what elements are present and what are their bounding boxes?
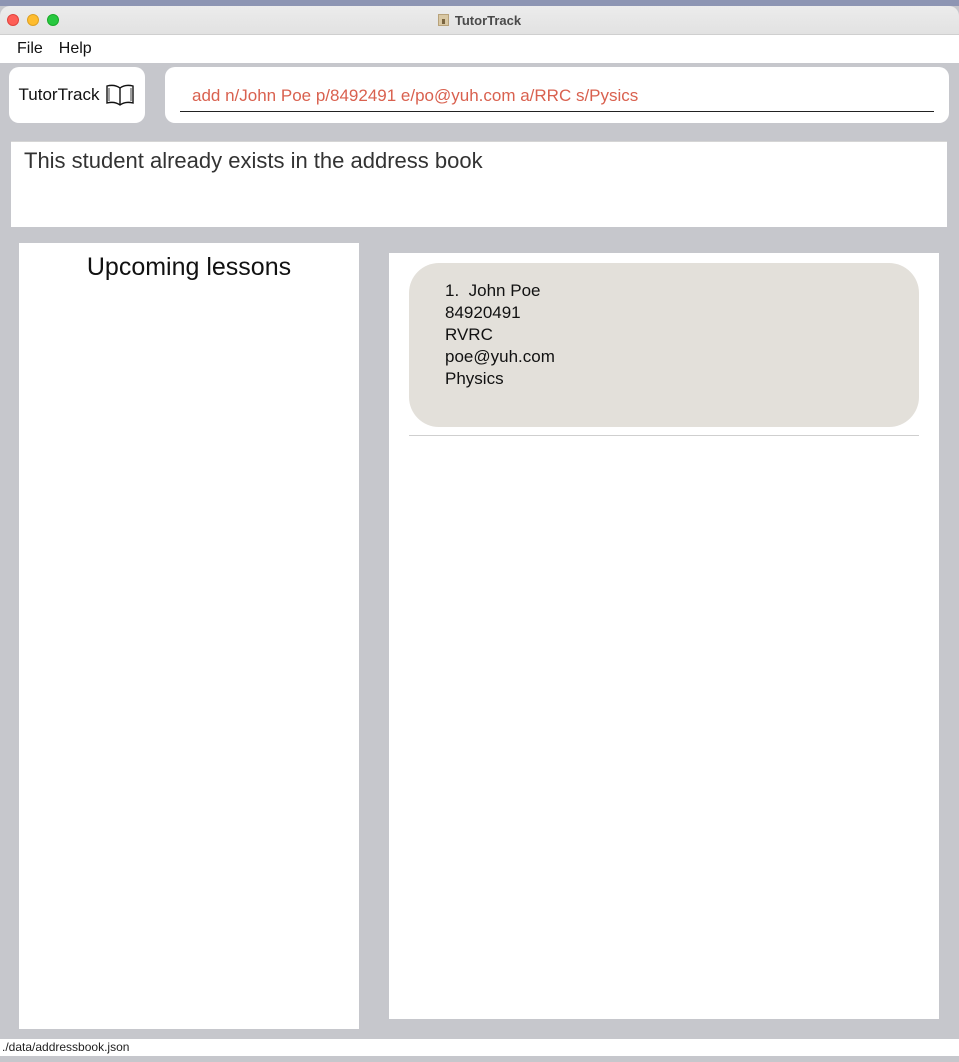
person-card-header: 1. John Poe bbox=[445, 280, 555, 302]
app-icon bbox=[437, 14, 449, 26]
person-list-panel[interactable]: 1. John Poe 84920491 RVRC poe@yuh.com Ph… bbox=[389, 253, 939, 1019]
status-bar: ./data/addressbook.json bbox=[0, 1039, 959, 1056]
window-title-wrap: TutorTrack bbox=[0, 6, 959, 34]
data-file-path: ./data/addressbook.json bbox=[2, 1040, 130, 1054]
upcoming-lessons-panel: Upcoming lessons bbox=[19, 243, 359, 1029]
person-subject: Physics bbox=[445, 369, 504, 388]
command-box bbox=[165, 67, 949, 123]
person-email: poe@yuh.com bbox=[445, 347, 555, 366]
person-card-details: 1. John Poe 84920491 RVRC poe@yuh.com Ph… bbox=[445, 280, 555, 390]
window-title: TutorTrack bbox=[454, 12, 522, 28]
menu-bar: File Help bbox=[0, 35, 959, 63]
brand-label: TutorTrack bbox=[18, 85, 100, 104]
person-card[interactable]: 1. John Poe 84920491 RVRC poe@yuh.com Ph… bbox=[409, 263, 919, 427]
result-display: This student already exists in the addre… bbox=[11, 141, 947, 227]
upcoming-lessons-title: Upcoming lessons bbox=[86, 253, 292, 281]
book-icon bbox=[105, 83, 135, 107]
brand-box: TutorTrack bbox=[9, 67, 145, 123]
person-address: RVRC bbox=[445, 325, 493, 344]
command-input[interactable] bbox=[180, 81, 934, 112]
person-phone: 84920491 bbox=[445, 303, 521, 322]
person-name: John Poe bbox=[468, 281, 541, 300]
person-index: 1. bbox=[445, 281, 460, 300]
result-message: This student already exists in the addre… bbox=[24, 148, 483, 173]
title-bar: TutorTrack bbox=[0, 6, 959, 35]
menu-file[interactable]: File bbox=[9, 40, 51, 58]
list-divider bbox=[409, 435, 919, 436]
menu-help[interactable]: Help bbox=[51, 40, 100, 58]
